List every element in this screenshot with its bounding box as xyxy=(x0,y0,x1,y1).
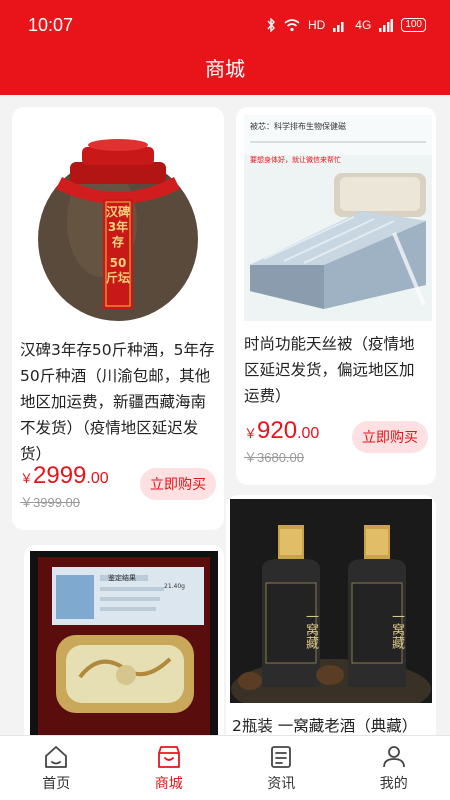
product-price: ￥2999.00 xyxy=(20,462,109,489)
jar-label-text: 汉碑 3年存 50 斤坛 xyxy=(105,205,130,285)
product-name: 2瓶装 一窝藏老酒（典藏） xyxy=(232,717,418,735)
app-header: 10:07 HD 4G 100 商城 xyxy=(0,0,450,95)
product-card[interactable]: 被芯：科学排布生物保健磁 要想身体好，就让微信来帮忙 时尚功能天丝被（疫情地区延… xyxy=(236,107,436,485)
signal-type-label: 4G xyxy=(355,18,372,32)
product-name: 时尚功能天丝被（疫情地区延迟发货，偏远地区加运费） xyxy=(244,335,415,405)
bottom-tab-bar: 首页 商城 资讯 我的 xyxy=(0,735,450,800)
tab-profile[interactable]: 我的 xyxy=(338,736,450,800)
shop-icon xyxy=(157,746,180,768)
image-heading-text: 被芯：科学排布生物保健磁 xyxy=(250,122,346,131)
product-card[interactable]: 汉碑 3年存 50 斤坛 汉碑3年存50斤种酒，5年存50斤种酒（川渝包邮，其他… xyxy=(12,107,224,530)
certificate-title-text: 鉴定结果 xyxy=(108,574,136,582)
status-time: 10:07 xyxy=(28,14,74,35)
tab-label: 我的 xyxy=(379,776,408,792)
bluetooth-icon xyxy=(266,18,276,32)
tab-news[interactable]: 资讯 xyxy=(225,736,338,800)
tab-label: 首页 xyxy=(42,776,71,792)
tab-shop[interactable]: 商城 xyxy=(113,736,226,800)
original-price: ￥3680.00 xyxy=(244,450,304,465)
home-icon xyxy=(45,746,68,768)
product-name: 汉碑3年存50斤种酒，5年存50斤种酒（川渝包邮，其他地区加运费，新疆西藏海南不… xyxy=(20,341,215,461)
bottle-label-right: 一窝藏 xyxy=(389,609,404,649)
tab-label: 商城 xyxy=(154,776,183,792)
original-price: ￥3999.00 xyxy=(20,495,80,510)
profile-icon xyxy=(382,746,405,768)
product-image: 鉴定结果 21.40g xyxy=(24,545,224,735)
product-image: 一窝藏 一窝藏 xyxy=(226,495,436,719)
tab-home[interactable]: 首页 xyxy=(0,736,113,800)
network-type-label: HD xyxy=(307,18,326,32)
tab-label: 资讯 xyxy=(267,776,296,792)
certificate-weight-text: 21.40g xyxy=(164,583,185,590)
wifi-icon xyxy=(284,18,300,32)
product-list: 汉碑 3年存 50 斤坛 汉碑3年存50斤种酒，5年存50斤种酒（川渝包邮，其他… xyxy=(0,95,450,735)
signal-strength-icon xyxy=(379,18,394,32)
status-bar: 10:07 HD 4G 100 xyxy=(0,0,450,50)
product-image: 被芯：科学排布生物保健磁 要想身体好，就让微信来帮忙 xyxy=(236,107,436,321)
buy-now-button[interactable]: 立即购买 xyxy=(140,468,216,500)
product-card[interactable]: 一窝藏 一窝藏 2瓶装 一窝藏老酒（典藏） xyxy=(226,495,436,735)
status-icons: HD 4G 100 xyxy=(266,18,426,32)
news-icon xyxy=(271,746,292,768)
image-tagline-text: 要想身体好，就让微信来帮忙 xyxy=(250,156,341,164)
product-image: 汉碑 3年存 50 斤坛 xyxy=(12,107,224,325)
product-price: ￥920.00 xyxy=(244,417,320,444)
page-title: 商城 xyxy=(205,57,245,81)
battery-icon: 100 xyxy=(401,18,426,32)
product-card[interactable]: 鉴定结果 21.40g xyxy=(24,545,224,735)
buy-now-button[interactable]: 立即购买 xyxy=(352,421,428,453)
signal-icon xyxy=(333,19,347,32)
bottle-label-left: 一窝藏 xyxy=(303,609,318,649)
